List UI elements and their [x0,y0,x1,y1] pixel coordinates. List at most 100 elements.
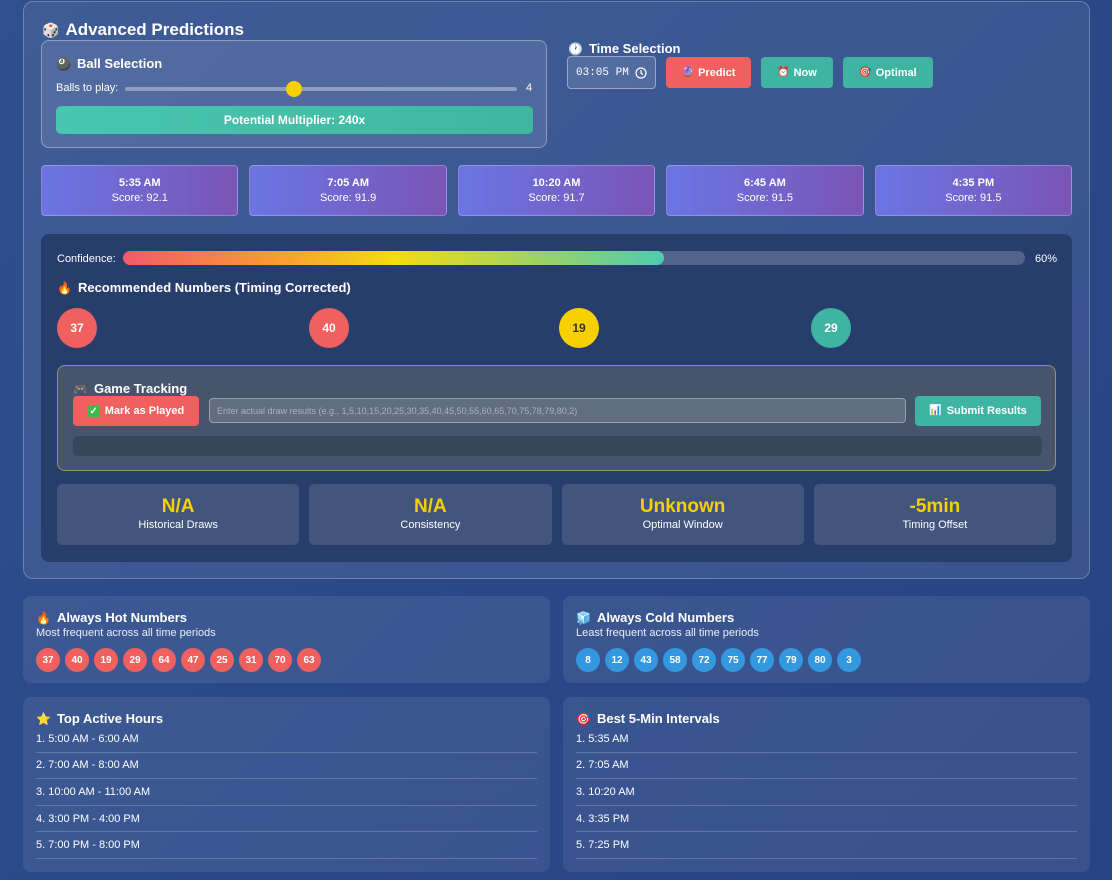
submit-results-button[interactable]: 📊 Submit Results [915,396,1041,426]
page-title: 🎲 Advanced Predictions [42,20,244,40]
eight-ball-icon: 🎱 [56,56,71,71]
ice-cube-icon: 🧊 [576,610,591,625]
stat-timing-offset: -5min Timing Offset [813,484,1056,545]
top-active-hours-title-text: Top Active Hours [56,711,164,726]
ball-selection-box: 🎱 Ball Selection Balls to play: 4 Potent… [41,40,547,148]
cold-number: 12 [605,648,629,672]
optimal-score: Score: 91.5 [736,191,794,204]
star-icon: ⭐ [36,711,51,726]
potential-multiplier: Potential Multiplier: 240x [56,106,533,134]
crystal-ball-icon: 🔮 [681,66,695,78]
ball-selection-title: 🎱 Ball Selection [56,56,162,71]
fire-icon: 🔥 [57,280,72,295]
game-tracking-title-text: Game Tracking [93,381,188,396]
tracking-result-area [73,436,1042,456]
time-selection-title: 🕐 Time Selection [568,41,680,56]
optimal-time-card[interactable]: 10:20 AM Score: 91.7 [457,165,656,216]
hot-number: 63 [297,648,321,672]
optimal-time-card[interactable]: 4:35 PM Score: 91.5 [874,165,1073,216]
confidence-label: Confidence: [57,253,116,265]
cold-number: 3 [837,648,861,672]
optimal-time-card[interactable]: 7:05 AM Score: 91.9 [249,165,447,216]
optimal-button-label: Optimal [875,66,917,79]
list-item: 5. 7:00 PM - 8:00 PM [36,832,537,859]
hot-numbers-title-text: Always Hot Numbers [56,610,187,625]
optimal-time: 7:05 AM [327,176,369,189]
balls-to-play-label: Balls to play: [56,82,119,94]
balls-slider[interactable] [125,81,517,97]
list-item: 4. 3:00 PM - 4:00 PM [36,806,537,833]
fire-icon: 🔥 [36,610,51,625]
best-intervals-list: 1. 5:35 AM 2. 7:05 AM 3. 10:20 AM 4. 3:3… [576,726,1077,859]
stat-label: Optimal Window [642,519,723,531]
stat-label: Timing Offset [902,519,968,531]
optimal-time: 10:20 AM [532,176,581,189]
mark-as-played-label: Mark as Played [104,405,185,417]
list-item: 3. 10:00 AM - 11:00 AM [36,779,537,806]
alarm-clock-icon: ⏰ [777,66,790,78]
cold-number: 8 [576,648,600,672]
cold-number: 43 [634,648,658,672]
optimal-time-card[interactable]: 6:45 AM Score: 91.5 [666,165,864,216]
mark-as-played-button[interactable]: ✓ Mark as Played [73,396,199,426]
confidence-bar-fill [123,251,665,265]
list-item: 3. 10:20 AM [576,779,1077,806]
page-title-text: Advanced Predictions [65,20,244,39]
top-active-hours-title: ⭐ Top Active Hours [36,711,163,726]
optimal-time: 5:35 AM [118,176,161,189]
stats-row: N/A Historical Draws N/A Consistency Unk… [57,484,1056,545]
bar-chart-icon: 📊 [929,405,942,416]
stat-consistency: N/A Consistency [309,484,552,545]
dice-icon: 🎲 [42,22,60,38]
stat-optimal-window: Unknown Optimal Window [561,484,804,545]
submit-results-label: Submit Results [946,405,1027,417]
predict-button-label: Predict [698,66,736,79]
top-active-hours-card: ⭐ Top Active Hours 1. 5:00 AM - 6:00 AM … [23,697,550,872]
recommended-title: 🔥 Recommended Numbers (Timing Corrected) [57,280,351,295]
hot-number: 31 [239,648,263,672]
optimal-time: 6:45 AM [744,176,786,189]
stat-label: Consistency [400,519,461,531]
optimal-score: Score: 91.9 [319,191,377,204]
list-item: 1. 5:00 AM - 6:00 AM [36,726,537,753]
list-item: 2. 7:05 AM [576,753,1077,780]
stat-value: N/A [161,496,195,517]
hot-number: 25 [210,648,234,672]
stat-historical-draws: N/A Historical Draws [57,484,300,545]
best-intervals-title: 🎯 Best 5-Min Intervals [576,711,720,726]
optimal-score: Score: 91.5 [945,191,1002,204]
recommended-title-text: Recommended Numbers (Timing Corrected) [77,280,351,295]
ball-selection-title-text: Ball Selection [76,56,163,71]
now-button[interactable]: ⏰ Now [761,57,833,88]
clock-picker-icon[interactable] [635,66,647,79]
cold-number: 79 [779,648,803,672]
time-input[interactable]: 03:05 PM [567,56,656,89]
stat-value: N/A [414,496,447,517]
predict-button[interactable]: 🔮 Predict [666,57,751,88]
recommended-number: 29 [811,308,851,348]
game-tracking-box: 🎮 Game Tracking ✓ Mark as Played 📊 Submi… [57,365,1056,471]
cold-numbers-title-text: Always Cold Numbers [596,610,735,625]
draw-results-input[interactable] [209,398,906,423]
game-tracking-title: 🎮 Game Tracking [73,381,187,396]
hot-number: 47 [181,648,205,672]
recommended-number: 37 [57,308,97,348]
clock-icon: 🕐 [568,41,583,56]
hot-numbers-card: 🔥 Always Hot Numbers Most frequent acros… [23,596,550,683]
best-intervals-card: 🎯 Best 5-Min Intervals 1. 5:35 AM 2. 7:0… [563,697,1090,872]
list-item: 5. 7:25 PM [576,832,1077,859]
cold-number: 58 [663,648,687,672]
hot-number: 70 [268,648,292,672]
cold-numbers-card: 🧊 Always Cold Numbers Least frequent acr… [563,596,1090,683]
target-icon: 🎯 [859,66,872,78]
optimal-time-card[interactable]: 5:35 AM Score: 92.1 [41,165,239,216]
recommended-number: 40 [309,308,349,348]
optimal-button[interactable]: 🎯 Optimal [843,57,933,88]
hot-number: 40 [65,648,89,672]
stat-value: Unknown [639,496,726,517]
recommended-number: 19 [559,308,599,348]
optimal-time: 4:35 PM [952,176,995,189]
slider-thumb[interactable] [285,81,302,97]
stat-label: Historical Draws [138,519,218,531]
now-button-label: Now [793,66,817,79]
